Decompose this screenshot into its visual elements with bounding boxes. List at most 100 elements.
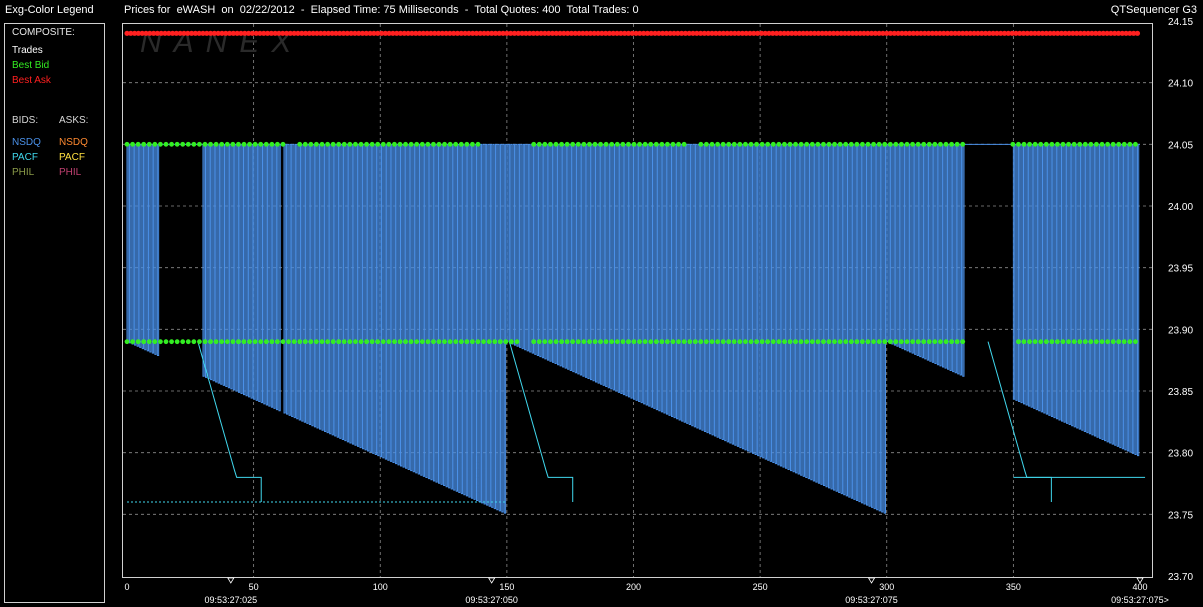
best-bid-point	[782, 339, 787, 345]
best-bid-point	[804, 141, 810, 147]
best-bid-point	[419, 339, 425, 345]
best-bid-point	[871, 141, 876, 147]
best-bid-point	[715, 339, 720, 345]
best-bid-point	[653, 141, 659, 147]
best-bid-point	[297, 339, 303, 345]
best-bid-point	[252, 339, 258, 345]
best-bid-point	[330, 141, 336, 147]
best-bid-point	[1016, 339, 1021, 345]
best-bid-point	[676, 141, 681, 147]
best-bid-point	[815, 339, 821, 345]
best-bid-point	[1055, 339, 1060, 345]
best-bid-point	[135, 141, 141, 147]
best-bid-point	[447, 339, 453, 345]
best-bid-point	[1082, 141, 1088, 147]
best-bid-point	[570, 339, 576, 345]
best-bid-point	[726, 339, 732, 345]
x-tick-label: 150	[499, 582, 514, 592]
best-bid-point	[587, 339, 592, 345]
best-bid-point	[364, 141, 369, 147]
best-bid-point	[698, 339, 704, 345]
best-bid-point	[509, 339, 514, 345]
best-bid-point	[453, 339, 459, 345]
best-bid-point	[397, 339, 403, 345]
best-bid-point	[915, 141, 921, 147]
x-tick-label: 0	[124, 582, 129, 592]
x-tick-label: 200	[626, 582, 641, 592]
best-bid-point	[536, 141, 542, 147]
best-bid-point	[843, 141, 849, 147]
time-label: 09:53:27:025	[205, 595, 258, 605]
best-bid-point	[754, 339, 759, 345]
best-bid-point	[665, 339, 670, 345]
best-bid-point	[408, 141, 414, 147]
best-bid-point	[542, 339, 548, 345]
x-tick-label: 350	[1006, 582, 1021, 592]
best-bid-point	[1110, 141, 1116, 147]
best-bid-point	[815, 141, 821, 147]
best-bid-point	[692, 339, 698, 345]
best-bid-point	[1127, 141, 1133, 147]
x-axis-ticks: 0 50 100 150 200 250 300 350 40009:53:27:025 09:5…	[124, 577, 1169, 605]
best-bid-point	[464, 339, 470, 345]
best-bid-point	[904, 141, 910, 147]
best-bid-point	[659, 339, 665, 345]
best-bid-point	[1071, 141, 1077, 147]
best-bid-point	[436, 339, 442, 345]
best-bid-point	[910, 339, 915, 345]
best-bid-point	[737, 141, 743, 147]
best-bid-point	[302, 339, 308, 345]
y-tick-label: 23.75	[1168, 510, 1193, 521]
best-bid-point	[670, 141, 676, 147]
best-bid-point	[1077, 141, 1083, 147]
best-bid-point	[135, 339, 141, 345]
best-bid-point	[1038, 339, 1044, 345]
best-bid-point	[1133, 141, 1138, 147]
best-bid-point	[146, 339, 152, 345]
best-bid-point	[163, 339, 169, 345]
best-bid-point	[564, 339, 570, 345]
best-bid-point	[1055, 141, 1060, 147]
best-bid-point	[247, 339, 252, 345]
best-bid-point	[821, 141, 826, 147]
best-bid-point	[1099, 339, 1105, 345]
best-bid-point	[631, 339, 637, 345]
best-bid-point	[191, 141, 197, 147]
best-bid-point	[158, 339, 163, 345]
best-bid-point	[782, 141, 787, 147]
best-bid-point	[174, 339, 180, 345]
best-bid-point	[497, 339, 503, 345]
best-bid-point	[1082, 339, 1088, 345]
best-bid-point	[202, 141, 208, 147]
time-label: 09:53:27:075	[845, 595, 898, 605]
best-bid-point	[704, 141, 709, 147]
best-bid-point	[804, 339, 810, 345]
best-bid-point	[269, 141, 275, 147]
best-bid-point	[347, 339, 353, 345]
best-bid-point	[1105, 339, 1110, 345]
best-bid-point	[882, 339, 888, 345]
best-bid-point	[1043, 141, 1049, 147]
best-bid-point	[308, 339, 314, 345]
best-bid-point	[932, 141, 938, 147]
best-bid-point	[765, 339, 771, 345]
best-bid-point	[698, 141, 704, 147]
best-bid-point	[882, 141, 888, 147]
best-bid-point	[230, 339, 236, 345]
best-bid-point	[1043, 339, 1049, 345]
best-bid-point	[899, 141, 904, 147]
best-bid-point	[938, 141, 943, 147]
best-bid-point	[419, 141, 425, 147]
best-bid-point	[1110, 339, 1116, 345]
best-bid-point	[620, 141, 626, 147]
time-label: 09:53:27:075>	[1111, 595, 1169, 605]
best-bid-point	[1049, 141, 1055, 147]
best-bid-point	[704, 339, 709, 345]
best-bid-point	[291, 339, 297, 345]
best-bid-point	[146, 141, 152, 147]
best-bid-point	[1010, 141, 1016, 147]
x-tick-label: 50	[249, 582, 259, 592]
best-bid-point	[241, 339, 247, 345]
best-bid-point	[592, 339, 598, 345]
best-bid-point	[531, 141, 537, 147]
